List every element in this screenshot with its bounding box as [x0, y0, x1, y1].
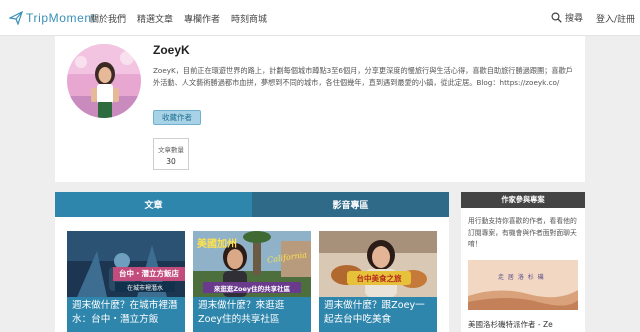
top-navbar: TripMoment 關於我們 精選文章 專欄作者 時刻商城 搜尋 登入/註冊 — [0, 0, 640, 36]
search-label: 搜尋 — [565, 14, 584, 24]
article-card[interactable]: 台中美食之旅 週末做什麼？跟Zoey一起去台中吃美食 — [319, 231, 437, 332]
nav-item-featured[interactable]: 精選文章 — [137, 12, 173, 25]
content-tabs: 文章 影音專區 — [55, 192, 449, 217]
main-nav: 關於我們 精選文章 專欄作者 時刻商城 — [90, 12, 267, 25]
author-profile-card: ZoeyK ZoeyK，目前正在環遊世界的路上，計劃每個城市蹲點3至6個月，分享… — [55, 36, 585, 182]
article-count-label: 文章數量 — [158, 146, 184, 154]
article-count-box: 文章數量 30 — [153, 138, 189, 170]
thumb-subcaption: 在城市裡潛水 — [126, 285, 163, 292]
paper-plane-icon — [9, 11, 23, 25]
logo-text: TripMoment — [26, 11, 96, 25]
article-count-value: 30 — [166, 157, 176, 166]
sidebar-description: 用行動支持你喜歡的作者，看看他的訂閱專案，有機會與作者面對面聊天唷！ — [468, 217, 577, 248]
author-bio: ZoeyK，目前正在環遊世界的路上，計劃每個城市蹲點3至6個月，分享更深度的慢旅… — [153, 66, 573, 88]
tab-videos[interactable]: 影音專區 — [252, 192, 449, 217]
login-link[interactable]: 登入/註冊 — [596, 12, 635, 25]
search-icon — [551, 12, 562, 23]
article-card[interactable]: 台中・潛立方飯店 在城市裡潛水 週末做什麼？在城市裡潛水：台中・潛立方飯 — [67, 231, 185, 332]
author-projects-sidebar: 作家參與專案 用行動支持你喜歡的作者，看看他的訂閱專案，有機會與作者面對面聊天唷… — [461, 192, 585, 332]
nav-item-authors[interactable]: 專欄作者 — [184, 12, 220, 25]
nav-item-shop[interactable]: 時刻商城 — [231, 12, 267, 25]
article-thumbnail[interactable]: 美國加州 California 來逛逛Zoey住的共享社區 — [193, 231, 311, 297]
article-title[interactable]: 週末做什麼？來逛逛Zoey住的共享社區 — [193, 297, 311, 332]
nav-item-about[interactable]: 關於我們 — [90, 12, 126, 25]
site-logo[interactable]: TripMoment — [9, 10, 96, 26]
author-avatar — [67, 44, 141, 118]
project-image[interactable]: 走 居 洛 杉 磯 — [468, 260, 578, 310]
article-list: 台中・潛立方飯店 在城市裡潛水 週末做什麼？在城市裡潛水：台中・潛立方飯 美國加… — [55, 217, 449, 332]
follow-author-button[interactable]: 收藏作者 — [153, 110, 201, 125]
tab-articles[interactable]: 文章 — [55, 192, 252, 217]
thumb-caption: 台中美食之旅 — [356, 274, 402, 283]
author-name: ZoeyK — [153, 43, 190, 57]
article-card[interactable]: 美國加州 California 來逛逛Zoey住的共享社區 週末做什麼？來逛逛Z… — [193, 231, 311, 332]
sidebar-title: 作家參與專案 — [461, 192, 585, 208]
article-thumbnail[interactable]: 台中・潛立方飯店 在城市裡潛水 — [67, 231, 185, 297]
article-thumbnail[interactable]: 台中美食之旅 — [319, 231, 437, 297]
thumb-title-text: 美國加州 — [197, 239, 237, 250]
project-caption[interactable]: 美國洛杉磯特派作者 - Ze — [468, 319, 553, 330]
thumb-caption: 來逛逛Zoey住的共享社區 — [213, 285, 291, 293]
article-title[interactable]: 週末做什麼？在城市裡潛水：台中・潛立方飯 — [67, 297, 185, 332]
project-image-text: 走 居 洛 杉 磯 — [498, 274, 545, 281]
article-title[interactable]: 週末做什麼？跟Zoey一起去台中吃美食 — [319, 297, 437, 332]
search-button[interactable]: 搜尋 — [551, 11, 583, 24]
thumb-caption: 台中・潛立方飯店 — [119, 269, 179, 278]
